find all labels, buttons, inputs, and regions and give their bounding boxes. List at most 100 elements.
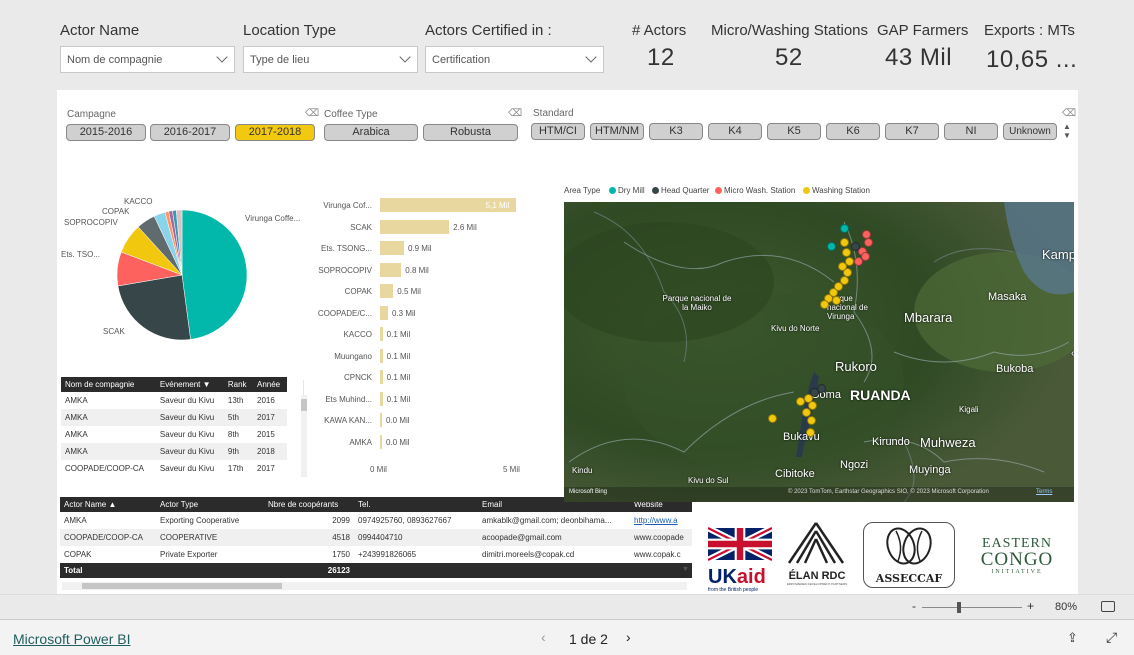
map-marker[interactable]	[840, 238, 849, 247]
chip-unknown[interactable]: Unknown	[1003, 123, 1057, 140]
chip-k3[interactable]: K3	[649, 123, 703, 140]
bar-value-label: 0.0 Mil	[386, 437, 410, 447]
map-marker[interactable]	[827, 242, 836, 251]
bar[interactable]	[380, 434, 382, 449]
bar[interactable]	[380, 305, 388, 320]
map-marker[interactable]	[806, 428, 815, 437]
location-type-dropdown[interactable]: Type de lieu	[243, 46, 418, 73]
chip-k7[interactable]: K7	[885, 123, 939, 140]
map-marker[interactable]	[832, 296, 841, 305]
certification-dropdown[interactable]: Certification	[425, 46, 604, 73]
chip-ni[interactable]: NI	[944, 123, 998, 140]
kpi-farmers-value: 43 Mil	[885, 44, 953, 71]
bar[interactable]	[380, 219, 450, 234]
map-marker[interactable]	[840, 224, 849, 233]
zoom-out-button[interactable]: -	[912, 599, 916, 613]
zoom-in-button[interactable]: +	[1027, 599, 1034, 613]
scrollbar-thumb[interactable]	[301, 399, 307, 411]
zoom-slider[interactable]	[922, 607, 1022, 608]
fit-to-page-icon[interactable]	[1101, 601, 1115, 612]
bar[interactable]	[380, 284, 394, 298]
actor-name-label: Actor Name	[60, 22, 140, 39]
events-table-scrollbar[interactable]	[301, 395, 307, 477]
map-marker[interactable]	[842, 248, 851, 257]
bar[interactable]	[380, 241, 404, 255]
bar[interactable]	[380, 348, 383, 363]
map-terms-link[interactable]: Terms	[1036, 489, 1052, 495]
next-page-icon[interactable]: ›	[626, 629, 631, 645]
eraser-icon[interactable]: ⌫	[1062, 108, 1076, 119]
bar[interactable]	[380, 413, 382, 427]
map-label-muyinga: Muyinga	[909, 464, 951, 476]
chip-arabica[interactable]: Arabica	[324, 124, 418, 141]
chip-htm-nm[interactable]: HTM/NM	[590, 123, 644, 140]
actors-col-cooperants[interactable]: Nbre de coopérants	[264, 497, 354, 512]
events-col-company[interactable]: Nom de compagnie	[61, 377, 156, 392]
chip-k4[interactable]: K4	[708, 123, 762, 140]
prev-page-icon[interactable]: ‹	[541, 629, 546, 645]
bar[interactable]	[380, 370, 383, 384]
legend-dot-icon	[803, 187, 810, 194]
actors-col-name[interactable]: Actor Name ▲	[60, 497, 156, 512]
chip-2016-2017[interactable]: 2016-2017	[150, 124, 230, 141]
table-row[interactable]: COPAK Private Exporter 1750 +243991826065 di…	[60, 546, 692, 563]
events-table-header: Nom de compagnie Evénement ▼ Rank Année	[61, 377, 287, 392]
events-col-rank[interactable]: Rank	[223, 377, 253, 392]
eraser-icon[interactable]: ⌫	[305, 108, 319, 119]
scrollbar-thumb[interactable]	[82, 583, 282, 589]
map-marker[interactable]	[864, 238, 873, 247]
website-link[interactable]: http://www.a	[630, 512, 692, 529]
chevron-down-icon	[585, 51, 597, 63]
map-visual[interactable]: Kamp Masaka Mbarara Parque nacional de l…	[564, 202, 1074, 502]
map-marker[interactable]	[796, 397, 805, 406]
actors-table-container: Actor Name ▲ Actor Type Nbre de coopéran…	[60, 497, 692, 583]
eraser-icon[interactable]: ⌫	[508, 108, 522, 119]
slicer-scroll-arrows-icon[interactable]: ▲ ▼	[1063, 122, 1071, 140]
actors-col-type[interactable]: Actor Type	[156, 497, 264, 512]
bar[interactable]	[380, 327, 383, 341]
legend-dry-mill: Dry Mill	[609, 186, 645, 195]
map-label-kivu-sul: Kivu do Sul	[688, 476, 729, 485]
scroll-down-icon[interactable]: ▼	[682, 566, 690, 578]
map-marker[interactable]	[807, 416, 816, 425]
map-marker[interactable]	[851, 242, 860, 251]
report-canvas: Campagne ⌫ 2015-2016 2016-2017 2017-2018…	[57, 90, 1078, 594]
chip-k6[interactable]: K6	[826, 123, 880, 140]
zoom-slider-thumb[interactable]	[957, 602, 961, 613]
bar-value-label: 0.5 Mil	[397, 287, 421, 296]
chip-robusta[interactable]: Robusta	[423, 124, 518, 141]
share-icon[interactable]: ⇪	[1067, 630, 1078, 646]
table-row[interactable]: COOPADE/COOP-CA Saveur du Kivu 17th 2017	[61, 460, 287, 477]
map-marker[interactable]	[768, 414, 777, 423]
actor-name-dropdown[interactable]: Nom de compagnie	[60, 46, 235, 73]
map-marker[interactable]	[820, 300, 829, 309]
table-row[interactable]: COOPADE/COOP-CA COOPERATIVE 4518 0994404710…	[60, 529, 692, 546]
fullscreen-icon[interactable]: ⤢	[1106, 629, 1117, 646]
actors-table-hscroll[interactable]	[62, 582, 687, 590]
bar[interactable]	[380, 262, 402, 277]
actor-name-placeholder: Nom de compagnie	[67, 54, 163, 66]
table-row[interactable]: AMKA Saveur du Kivu 5th 2017	[61, 409, 287, 426]
events-col-event[interactable]: Evénement ▼	[155, 377, 224, 392]
chip-2015-2016[interactable]: 2015-2016	[66, 124, 146, 141]
pie-label-virunga: Virunga Coffe...	[245, 214, 301, 223]
map-label-kamp: Kamp	[1042, 247, 1074, 262]
events-col-year[interactable]: Année	[253, 377, 287, 392]
bar-category-label: COPAK	[344, 287, 372, 296]
map-marker[interactable]	[854, 257, 863, 266]
pie-label-copak: COPAK	[102, 207, 130, 216]
pie-slice[interactable]	[181, 209, 248, 340]
table-row[interactable]: AMKA Saveur du Kivu 9th 2018	[61, 443, 287, 460]
actors-col-tel[interactable]: Tel.	[354, 497, 478, 512]
chip-htm-ci[interactable]: HTM/CI	[531, 123, 585, 140]
map-attribution: © 2023 TomTom, Earthstar Geographics SIO…	[788, 489, 989, 495]
chip-k5[interactable]: K5	[767, 123, 821, 140]
chip-2017-2018[interactable]: 2017-2018	[235, 124, 315, 141]
table-row[interactable]: AMKA Exporting Cooperative 2099 0974925760,…	[60, 512, 692, 529]
pie-slice[interactable]	[117, 274, 191, 341]
table-row[interactable]: AMKA Saveur du Kivu 13th 2016	[61, 392, 287, 409]
bar[interactable]	[380, 391, 383, 406]
power-bi-link[interactable]: Microsoft Power BI	[13, 631, 130, 647]
location-type-label: Location Type	[243, 22, 337, 39]
table-row[interactable]: AMKA Saveur du Kivu 8th 2015	[61, 426, 287, 443]
